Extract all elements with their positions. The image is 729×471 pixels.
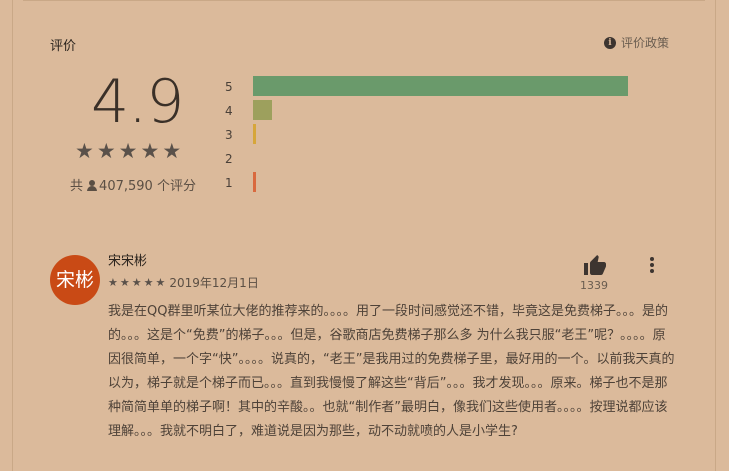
rating-row-label: 3 bbox=[225, 128, 233, 142]
divider bbox=[23, 0, 705, 1]
info-icon: i bbox=[603, 36, 616, 49]
star-icon: ★ bbox=[131, 276, 142, 289]
star-icon: ★ bbox=[140, 139, 160, 163]
star-icon: ★ bbox=[96, 139, 116, 163]
average-rating: 4.9 bbox=[91, 67, 184, 137]
rating-bar-5 bbox=[253, 76, 628, 96]
ratings-card: 评价 i 评价政策 4.9 ★ ★ ★ ★ ★ 共 407,590 个评分 5 4 3… bbox=[12, 0, 716, 471]
star-icon: ★ bbox=[143, 276, 154, 289]
helpful-count: 1339 bbox=[580, 279, 608, 292]
rating-policy-label: 评价政策 bbox=[620, 36, 669, 50]
section-title: 评价 bbox=[50, 39, 77, 54]
total-count: 407,590 bbox=[99, 179, 153, 194]
review-meta: ★ ★ ★ ★ ★ 2019年12月1日 bbox=[108, 274, 259, 291]
rating-bar-3 bbox=[253, 124, 256, 144]
star-icon: ★ bbox=[162, 139, 182, 163]
star-icon: ★ bbox=[119, 276, 130, 289]
star-icon: ★ bbox=[118, 139, 138, 163]
star-icon: ★ bbox=[108, 276, 118, 289]
rating-policy-link[interactable]: i 评价政策 bbox=[603, 34, 669, 51]
average-stars: ★ ★ ★ ★ ★ bbox=[75, 141, 181, 162]
more-options-button[interactable] bbox=[650, 257, 656, 275]
total-prefix: 共 bbox=[70, 179, 84, 194]
rating-row-label: 2 bbox=[225, 152, 233, 166]
star-icon: ★ bbox=[155, 276, 166, 289]
star-icon: ★ bbox=[75, 139, 94, 163]
rating-bar-4 bbox=[253, 100, 272, 120]
review-date: 2019年12月1日 bbox=[169, 276, 259, 290]
thumbs-up-icon bbox=[584, 255, 606, 275]
rating-row-label: 1 bbox=[225, 176, 233, 190]
rating-row-label: 4 bbox=[225, 104, 233, 118]
reviewer-name: 宋宋彬 bbox=[108, 254, 148, 269]
thumbs-up-button[interactable] bbox=[582, 254, 608, 282]
avatar: 宋彬 bbox=[50, 255, 100, 305]
total-suffix: 个评分 bbox=[156, 179, 196, 194]
more-icon bbox=[650, 257, 654, 261]
rating-row-label: 5 bbox=[225, 80, 233, 94]
total-ratings: 共 407,590 个评分 bbox=[63, 175, 203, 199]
person-icon bbox=[87, 180, 98, 191]
rating-bar-1 bbox=[253, 172, 256, 192]
review-text: 我是在QQ群里听某位大佬的推荐来的。。。。用了一段时间感觉还不错，毕竟这是免费梯… bbox=[108, 304, 675, 439]
